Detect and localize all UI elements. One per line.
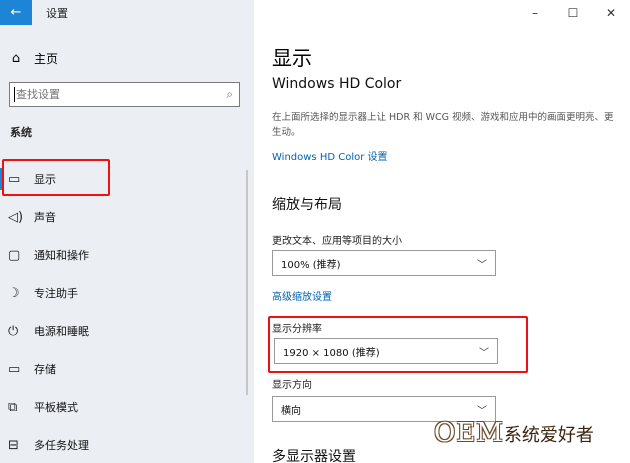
nav-item-focus-assist[interactable]: ☽ 专注助手 bbox=[0, 274, 254, 312]
highlight-box-resolution bbox=[268, 316, 528, 373]
orientation-value: 横向 bbox=[281, 405, 301, 417]
close-button[interactable]: ✕ bbox=[592, 0, 630, 25]
section-label: 系统 bbox=[10, 126, 32, 139]
hdr-settings-link[interactable]: Windows HD Color 设置 bbox=[272, 148, 388, 163]
search-input[interactable] bbox=[10, 83, 210, 106]
nav-item-label: 通知和操作 bbox=[34, 249, 89, 262]
page-title: 显示 bbox=[272, 46, 312, 70]
home-icon: ⌂ bbox=[11, 50, 21, 66]
nav-item-label: 声音 bbox=[34, 211, 56, 224]
app-title: 设置 bbox=[46, 7, 68, 20]
nav-item-label: 存储 bbox=[34, 363, 56, 376]
nav-item-sound[interactable]: ◁) 声音 bbox=[0, 198, 254, 236]
nav-item-notifications[interactable]: ▢ 通知和操作 bbox=[0, 236, 254, 274]
nav-home-label: 主页 bbox=[34, 51, 59, 66]
window-controls: – ☐ ✕ bbox=[516, 0, 630, 25]
nav-item-storage[interactable]: ▭ 存储 bbox=[0, 350, 254, 388]
nav-item-multitasking[interactable]: ⊟ 多任务处理 bbox=[0, 426, 254, 463]
power-icon: ⏻ bbox=[8, 323, 19, 339]
tablet-icon: ⧉ bbox=[8, 399, 18, 415]
main-panel: – ☐ ✕ 显示 Windows HD Color 在上面所选择的显示器上让 H… bbox=[254, 0, 630, 463]
nav-item-label: 多任务处理 bbox=[34, 439, 89, 452]
scale-layout-heading: 缩放与布局 bbox=[272, 197, 342, 213]
title-bar: ← 设置 bbox=[0, 0, 254, 25]
minimize-button[interactable]: – bbox=[516, 0, 554, 25]
chevron-down-icon: ﹀ bbox=[477, 406, 487, 417]
notification-icon: ▢ bbox=[8, 247, 21, 263]
storage-icon: ▭ bbox=[8, 361, 21, 377]
watermark-text: 系统爱好者 bbox=[503, 425, 594, 446]
nav-item-power-sleep[interactable]: ⏻ 电源和睡眠 bbox=[0, 312, 254, 350]
back-arrow-icon: ← bbox=[10, 5, 22, 20]
watermark-brand: OEM bbox=[434, 418, 504, 448]
advanced-scaling-link[interactable]: 高级缩放设置 bbox=[272, 288, 332, 303]
search-icon[interactable]: ⌕ bbox=[226, 87, 233, 102]
hdr-description: 在上面所选择的显示器上让 HDR 和 WCG 视频、游戏和应用中的画面更明亮、更… bbox=[272, 112, 614, 138]
nav-item-tablet-mode[interactable]: ⧉ 平板模式 bbox=[0, 388, 254, 426]
scale-dropdown[interactable]: 100% (推荐) ﹀ bbox=[272, 250, 496, 276]
moon-icon: ☽ bbox=[8, 285, 20, 301]
multi-display-heading: 多显示器设置 bbox=[272, 449, 356, 463]
scale-label: 更改文本、应用等项目的大小 bbox=[272, 236, 402, 247]
hdr-heading: Windows HD Color bbox=[272, 76, 402, 92]
nav-home[interactable]: ⌂ 主页 bbox=[8, 48, 58, 68]
highlight-box-display bbox=[2, 159, 110, 196]
sidebar-scrollbar[interactable] bbox=[246, 170, 248, 395]
chevron-down-icon: ﹀ bbox=[477, 260, 487, 271]
speaker-icon: ◁) bbox=[8, 209, 24, 225]
sidebar: ← 设置 ⌂ 主页 ⌕ 系统 ▭ 显示 ◁) 声音 ▢ 通知和操作 ☽ 专注助手… bbox=[0, 0, 254, 463]
multitasking-icon: ⊟ bbox=[8, 437, 19, 453]
nav-item-label: 专注助手 bbox=[34, 287, 78, 300]
maximize-button[interactable]: ☐ bbox=[554, 0, 592, 25]
watermark: OEM系统爱好者 bbox=[434, 418, 594, 448]
nav-item-label: 电源和睡眠 bbox=[34, 325, 89, 338]
back-button[interactable]: ← bbox=[0, 0, 32, 25]
search-box[interactable]: ⌕ bbox=[9, 82, 240, 107]
orientation-label: 显示方向 bbox=[272, 380, 312, 391]
nav-item-label: 平板模式 bbox=[34, 401, 78, 414]
scale-value: 100% (推荐) bbox=[281, 259, 341, 271]
